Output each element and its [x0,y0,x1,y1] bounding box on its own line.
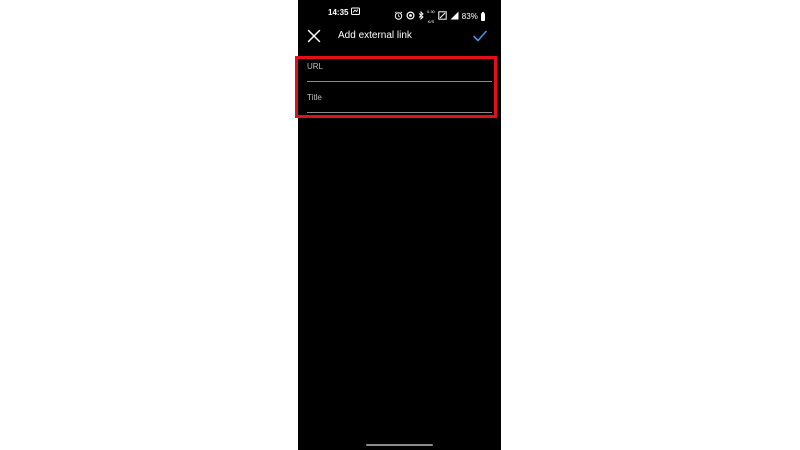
battery-percent: 83% [461,12,478,21]
battery-icon [480,12,485,21]
status-bar: 14:35 0.30 K/S 83% [298,6,501,24]
bluetooth-icon [418,10,424,23]
signal-icon [450,11,459,23]
confirm-button[interactable] [472,28,488,44]
url-input[interactable] [307,58,492,82]
app-bar: Add external link [298,24,501,48]
url-field-container [307,58,492,84]
network-speed-value: 0.30 [427,9,435,14]
notification-icon [351,7,360,18]
gesture-bar[interactable] [366,444,433,446]
page-title: Add external link [338,30,412,41]
title-field-container [307,89,492,115]
check-icon [473,30,487,42]
data-saver-icon [406,11,415,23]
phone-screen: 14:35 0.30 K/S 83% Add external link URL… [298,0,501,450]
close-button[interactable] [306,28,322,44]
title-input[interactable] [307,89,492,113]
sim-icon [438,11,447,23]
close-icon [307,29,321,43]
status-time: 14:35 [328,8,349,17]
alarm-icon [394,11,403,23]
page: 14:35 0.30 K/S 83% Add external link URL… [0,0,800,450]
